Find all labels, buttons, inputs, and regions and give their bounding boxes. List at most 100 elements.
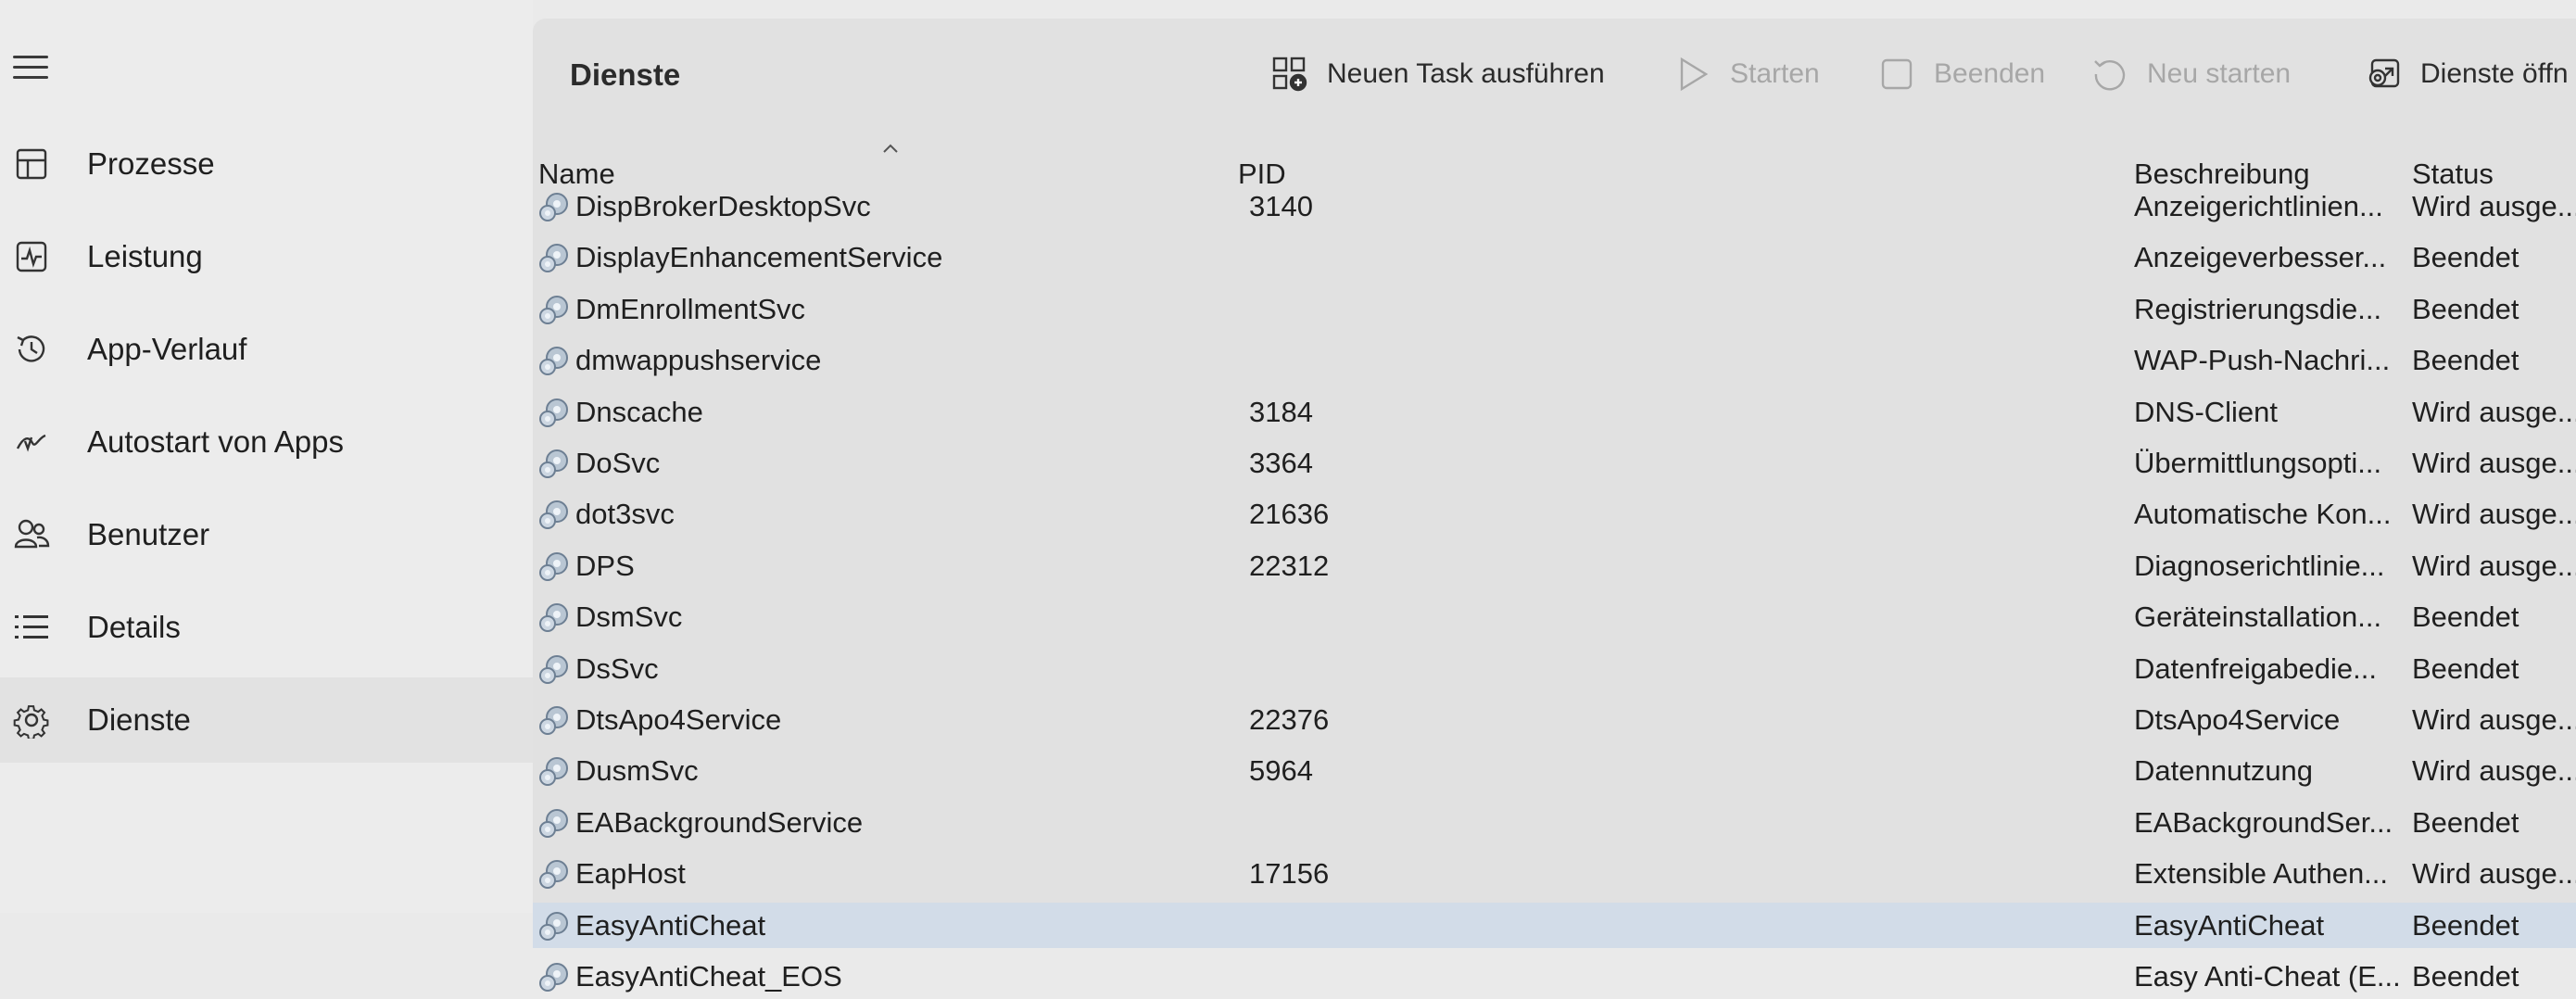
service-status: Beendet	[2412, 805, 2519, 839]
service-name: EABackgroundService	[575, 805, 864, 839]
open-services-icon	[2363, 54, 2404, 95]
table-row[interactable]: EABackgroundService EABackgroundSer... Bee…	[533, 800, 2576, 845]
service-description: Datenfreigabedie...	[2134, 651, 2377, 685]
table-row[interactable]: DoSvc 3364 Übermittlungsopti... Wird ausge.…	[533, 440, 2576, 486]
table-row[interactable]: DispBrokerDesktopSvc 3140 Anzeigerichtlini…	[533, 183, 2576, 229]
service-description: Geräteinstallation...	[2134, 601, 2382, 634]
service-name: DoSvc	[575, 447, 661, 479]
sidebar-item-users[interactable]: Benutzer	[0, 492, 533, 577]
table-row[interactable]: EasyAntiCheat_EOS Easy Anti-Cheat (E... Be…	[533, 954, 2576, 999]
service-pid	[1249, 337, 1527, 383]
service-status: Wird ausge...	[2412, 447, 2576, 479]
service-name: DsSvc	[575, 651, 659, 685]
service-name: DPS	[575, 549, 635, 582]
open-services-button[interactable]: Dienste öffn	[2363, 46, 2569, 102]
table-row[interactable]: DisplayEnhancementService Anzeigeverbesse…	[533, 234, 2576, 280]
restart-button[interactable]: Neu starten	[2090, 46, 2291, 102]
users-icon	[11, 514, 52, 555]
service-pid	[1249, 286, 1527, 332]
service-gear-icon	[537, 445, 572, 480]
service-name: DusmSvc	[575, 754, 699, 788]
sidebar-item-services[interactable]: Dienste	[0, 677, 533, 763]
service-gear-icon	[537, 239, 572, 274]
service-status: Beendet	[2412, 601, 2519, 634]
run-new-task-button[interactable]: Neuen Task ausführen	[1269, 46, 1605, 102]
service-description: EasyAntiCheat	[2134, 908, 2325, 942]
table-row[interactable]: DtsApo4Service 22376 DtsApo4Service Wird au…	[533, 697, 2576, 742]
open-services-label: Dienste öffn	[2420, 58, 2569, 89]
service-name: DisplayEnhancementService	[575, 241, 943, 274]
service-description: EABackgroundSer...	[2134, 805, 2393, 839]
stop-icon	[1876, 54, 1917, 95]
service-name: Dnscache	[575, 395, 703, 428]
service-description: DNS-Client	[2134, 395, 2279, 428]
history-icon	[11, 329, 52, 370]
table-row[interactable]: DPS 22312 Diagnoserichtlinie... Wird ausge.…	[533, 543, 2576, 588]
table-row[interactable]: Dnscache 3184 DNS-Client Wird ausge...	[533, 389, 2576, 435]
sidebar-item-details[interactable]: Details	[0, 585, 533, 670]
hamburger-menu-icon[interactable]	[13, 54, 50, 82]
service-description: Automatische Kon...	[2134, 498, 2392, 531]
stop-label: Beenden	[1934, 58, 2046, 89]
service-gear-icon	[537, 342, 572, 377]
table-row[interactable]: dmwappushservice WAP-Push-Nachri... Beende…	[533, 337, 2576, 383]
service-pid: 17156	[1249, 857, 1330, 891]
table-row[interactable]: EasyAntiCheat EasyAntiCheat Beendet	[533, 902, 2576, 948]
service-description: DtsApo4Service	[2134, 703, 2341, 736]
sidebar-item-processes[interactable]: Prozesse	[0, 121, 533, 207]
sidebar-item-app-history[interactable]: App-Verlauf	[0, 307, 533, 392]
service-description: Datennutzung	[2134, 754, 2314, 788]
play-icon	[1673, 54, 1713, 95]
sidebar-item-label: Leistung	[87, 239, 203, 273]
service-pid	[1249, 646, 1527, 691]
start-label: Starten	[1730, 58, 1820, 89]
service-gear-icon	[537, 907, 572, 942]
stop-button[interactable]: Beenden	[1876, 46, 2045, 102]
page-title: Dienste	[570, 57, 681, 92]
sidebar-item-label: Autostart von Apps	[87, 424, 345, 459]
service-name: EasyAntiCheat_EOS	[575, 960, 842, 993]
sidebar-item-label: Details	[87, 610, 181, 644]
service-description: Anzeigeverbesser...	[2134, 241, 2387, 274]
sidebar-item-label: App-Verlauf	[87, 332, 247, 366]
sidebar-item-label: Dienste	[87, 702, 191, 737]
service-description: Übermittlungsopti...	[2134, 447, 2382, 479]
sidebar-item-performance[interactable]: Leistung	[0, 214, 533, 299]
service-gear-icon	[537, 804, 572, 840]
restart-label: Neu starten	[2147, 58, 2292, 89]
service-name: DmEnrollmentSvc	[575, 292, 806, 325]
performance-icon	[11, 236, 52, 277]
service-pid: 3184	[1249, 395, 1313, 428]
table-row[interactable]: DmEnrollmentSvc Registrierungsdie... Beend…	[533, 286, 2576, 332]
table-row[interactable]: EapHost 17156 Extensible Authen... Wird aus…	[533, 851, 2576, 896]
sidebar-item-startup-apps[interactable]: Autostart von Apps	[0, 399, 533, 485]
service-gear-icon	[537, 548, 572, 583]
service-gear-icon	[537, 855, 572, 891]
start-button[interactable]: Starten	[1673, 46, 1820, 102]
service-status: Wird ausge...	[2412, 190, 2576, 222]
service-status: Beendet	[2412, 651, 2519, 685]
new-task-icon	[1269, 54, 1310, 95]
service-status: Beendet	[2412, 960, 2519, 993]
service-status: Beendet	[2412, 908, 2519, 942]
table-row[interactable]: dot3svc 21636 Automatische Kon... Wird ausg…	[533, 491, 2576, 537]
service-name: EasyAntiCheat	[575, 908, 766, 942]
service-status: Wird ausge...	[2412, 549, 2576, 582]
service-gear-icon	[537, 651, 572, 686]
service-gear-icon	[537, 188, 572, 223]
table-row[interactable]: DusmSvc 5964 Datennutzung Wird ausge...	[533, 748, 2576, 793]
service-pid: 3140	[1249, 190, 1313, 222]
service-gear-icon	[537, 394, 572, 429]
services-icon	[11, 700, 52, 740]
service-name: DsmSvc	[575, 601, 683, 634]
toolbar: Dienste Neuen Task ausführen Starten Bee…	[533, 19, 2576, 130]
service-status: Wird ausge...	[2412, 857, 2576, 891]
service-pid	[1249, 954, 1527, 999]
table-row[interactable]: DsSvc Datenfreigabedie... Beendet	[533, 646, 2576, 691]
service-status: Wird ausge...	[2412, 754, 2576, 788]
table-row[interactable]: DsmSvc Geräteinstallation... Beendet	[533, 594, 2576, 639]
startup-icon	[11, 422, 52, 462]
service-name: DispBrokerDesktopSvc	[575, 190, 871, 222]
service-pid: 3364	[1249, 447, 1313, 479]
service-pid: 21636	[1249, 498, 1330, 531]
